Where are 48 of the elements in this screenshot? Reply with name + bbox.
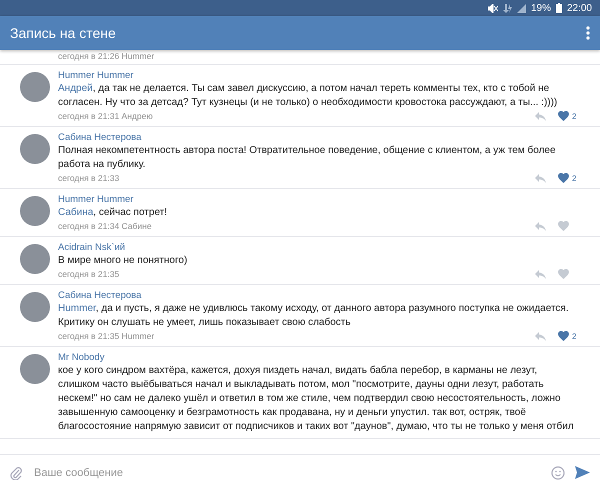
reply-icon[interactable] — [535, 332, 546, 340]
comment-text: Андрей, да так не делается. Ты сам завел дискуссию, а потом начал тереть комменты тех, кто с тобой не согласен. Ну что за детсад? Тут кузнецы (и не только) о необходимости кровостока рассуждают, а ты... :)))) — [58, 82, 558, 110]
heart-icon — [558, 331, 569, 341]
paperclip-icon[interactable] — [10, 466, 22, 480]
mute-icon — [488, 4, 498, 12]
battery-icon — [556, 3, 562, 13]
like-button[interactable]: 2 — [558, 173, 580, 183]
comment-text: Полная некомпетентность автора поста! Отвратительное поведение, общение с клиентом, а уж тем более работа на публику. — [58, 144, 557, 172]
heart-icon — [558, 111, 569, 121]
reply-icon[interactable] — [535, 174, 546, 182]
battery-percent: 19% — [530, 2, 551, 14]
like-button[interactable]: 2 — [558, 331, 580, 341]
signal-icon — [516, 4, 526, 12]
comment-author[interactable]: Acidrain Nsk`ий — [58, 242, 580, 254]
comment-text: Hummer, да и пусть, я даже не удивлюсь такому исходу, от данного автора разумного поступка не ожидается. Критику он слушать не умеет, лишь показывает свою слабость — [58, 302, 570, 330]
comment-author[interactable]: Hummer Hummer — [58, 194, 580, 206]
screen-title: Запись на стене — [10, 25, 116, 41]
comment-time: сегодня в 21:26 Hummer — [58, 51, 154, 61]
comment-author[interactable]: Сабина Нестерова — [58, 132, 580, 144]
reply-icon[interactable] — [535, 112, 546, 120]
heart-icon — [558, 221, 569, 231]
more-menu-icon[interactable] — [586, 26, 590, 40]
send-icon[interactable] — [575, 466, 590, 479]
data-transfer-icon — [502, 4, 512, 12]
comment-text: Сабина, сейчас потрет! — [58, 206, 168, 220]
emoji-icon[interactable] — [551, 466, 565, 480]
comment-text: В мире много не понятного) — [58, 254, 188, 268]
comment-time: сегодня в 21:35 — [58, 269, 120, 279]
comment-time: сегодня в 21:33 — [58, 173, 120, 183]
like-button[interactable]: 2 — [558, 111, 580, 121]
clock: 22:00 — [566, 2, 592, 14]
avatar-photo-placeholder[interactable] — [20, 72, 50, 102]
comment-time: сегодня в 21:31 Андрею — [58, 111, 153, 121]
reply-icon[interactable] — [535, 270, 546, 278]
comment-author[interactable]: Сабина Нестерова — [58, 290, 580, 302]
avatar-photo-placeholder[interactable] — [20, 244, 50, 274]
heart-icon — [558, 173, 569, 183]
avatar-photo-placeholder[interactable] — [20, 292, 50, 322]
avatar-photo-placeholder[interactable] — [20, 134, 50, 164]
comment-author[interactable]: Hummer Hummer — [58, 70, 580, 82]
heart-icon — [558, 269, 569, 279]
comment-time: сегодня в 21:35 Hummer — [58, 331, 154, 341]
comment-author[interactable]: Mr Nobody — [58, 352, 580, 364]
reply-icon[interactable] — [535, 222, 546, 230]
avatar-photo-placeholder[interactable] — [20, 196, 50, 226]
comment-time: сегодня в 21:34 Сабине — [58, 221, 152, 231]
comment-text: кое у кого синдром вахтёра, кажется, дохуя пиздеть начал, видать бабла перебор, в карманы не лезут, слишком часто выёбываться начал и выкладывать потом, мол "посмотрите, дауны одни лезут, работать нескем!" но сам не далеко ушёл и ответил в том же стиле, чем подтвердил свою несостоятельность, ложно завышенную самооценку и безграмотность как продавана, ну и деньги упустил. так вот, остряк, твоё благосостояние напрямую зависит от подписчиков и таких вот "даунов", думаю, что ты не только у меня отбил — [58, 364, 575, 434]
avatar-photo-placeholder[interactable] — [20, 354, 50, 384]
